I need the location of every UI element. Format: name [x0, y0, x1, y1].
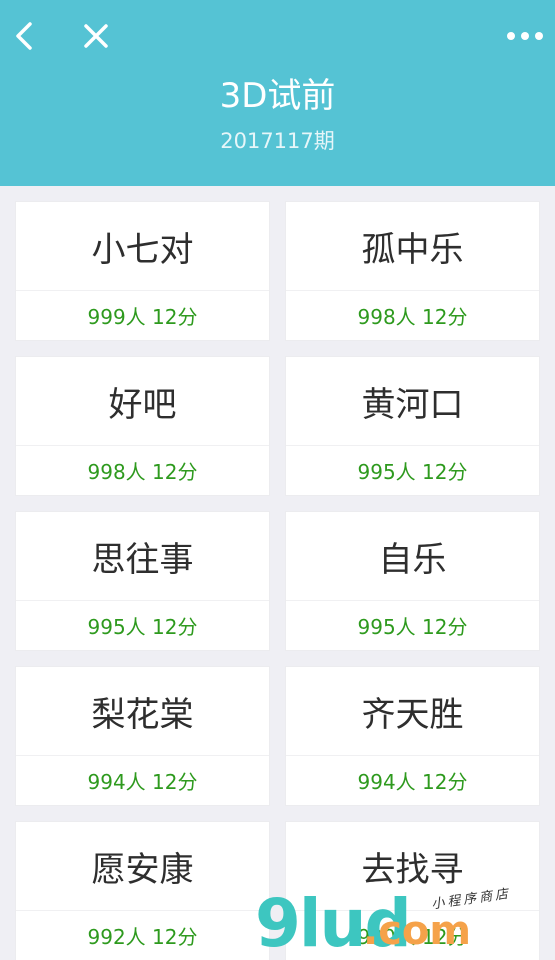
item-name: 思往事	[16, 512, 269, 601]
more-dots-icon	[507, 32, 543, 40]
close-button[interactable]	[74, 14, 118, 58]
item-stats: 992人 12分	[87, 925, 198, 949]
back-button[interactable]	[4, 14, 48, 58]
card-grid: 小七对 999人 12分 孤中乐 998人 12分 好吧 998人 12分 黄河…	[15, 201, 540, 960]
list-item[interactable]: 梨花棠 994人 12分	[15, 666, 270, 806]
chevron-left-icon	[16, 22, 32, 50]
item-stats: 999人 12分	[87, 305, 198, 329]
list-item[interactable]: 去找寻 990人 12分	[285, 821, 540, 960]
item-name: 好吧	[16, 357, 269, 446]
list-item[interactable]: 齐天胜 994人 12分	[285, 666, 540, 806]
item-stats: 994人 12分	[357, 770, 468, 794]
header-bar: 3D试前 2017117期	[0, 0, 555, 186]
list-item[interactable]: 小七对 999人 12分	[15, 201, 270, 341]
list-item[interactable]: 好吧 998人 12分	[15, 356, 270, 496]
item-stats: 990人 12分	[357, 925, 468, 949]
list-item[interactable]: 孤中乐 998人 12分	[285, 201, 540, 341]
item-stats: 998人 12分	[357, 305, 468, 329]
item-name: 自乐	[286, 512, 539, 601]
item-stats: 995人 12分	[87, 615, 198, 639]
list-item[interactable]: 愿安康 992人 12分	[15, 821, 270, 960]
item-name: 去找寻	[286, 822, 539, 911]
list-item[interactable]: 思往事 995人 12分	[15, 511, 270, 651]
page-title: 3D试前	[219, 76, 336, 116]
item-stats: 995人 12分	[357, 460, 468, 484]
item-stats: 995人 12分	[357, 615, 468, 639]
close-icon	[84, 24, 108, 48]
item-name: 齐天胜	[286, 667, 539, 756]
list-item[interactable]: 自乐 995人 12分	[285, 511, 540, 651]
more-button[interactable]	[503, 14, 547, 58]
issue-number: 2017117期	[220, 129, 335, 153]
list-item[interactable]: 黄河口 995人 12分	[285, 356, 540, 496]
item-name: 梨花棠	[16, 667, 269, 756]
item-name: 孤中乐	[286, 202, 539, 291]
item-name: 小七对	[16, 202, 269, 291]
item-stats: 998人 12分	[87, 460, 198, 484]
item-stats: 994人 12分	[87, 770, 198, 794]
item-name: 黄河口	[286, 357, 539, 446]
item-name: 愿安康	[16, 822, 269, 911]
